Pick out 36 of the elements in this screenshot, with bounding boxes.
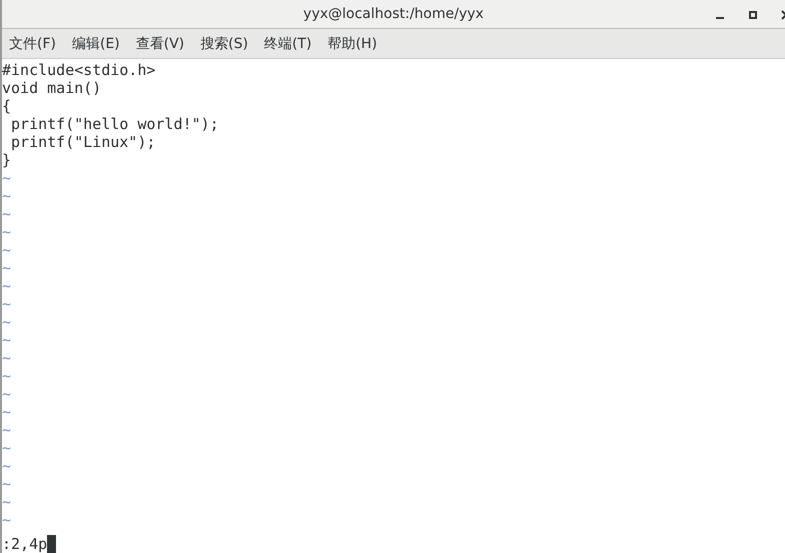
empty-line-marker: ~ <box>2 241 12 259</box>
empty-line-marker: ~ <box>2 439 12 457</box>
empty-line-marker: ~ <box>2 349 12 367</box>
code-line: #include<stdio.h> <box>2 61 157 79</box>
menu-item[interactable]: 帮助(H) <box>328 34 378 52</box>
empty-line-marker: ~ <box>2 403 12 421</box>
menu-item[interactable]: 终端(T) <box>264 34 312 52</box>
empty-line-marker: ~ <box>2 205 12 223</box>
code-line: } <box>2 151 12 169</box>
empty-line-marker: ~ <box>2 475 12 493</box>
menu-item[interactable]: 查看(V) <box>136 34 184 52</box>
empty-line-marker: ~ <box>2 277 12 295</box>
empty-line-marker: ~ <box>2 457 12 475</box>
empty-line-marker: ~ <box>2 295 12 313</box>
empty-line-marker: ~ <box>2 421 12 439</box>
maximize-icon[interactable] <box>749 11 757 19</box>
empty-line-marker: ~ <box>2 367 12 385</box>
menu-item[interactable]: 编辑(E) <box>72 34 120 52</box>
empty-line-marker: ~ <box>2 493 12 511</box>
empty-line-marker: ~ <box>2 511 12 529</box>
empty-line-marker: ~ <box>2 169 12 187</box>
empty-line-marker: ~ <box>2 223 12 241</box>
empty-line-marker: ~ <box>2 331 12 349</box>
code-line: printf("hello world!"); <box>10 115 220 133</box>
code-line: void main() <box>2 79 102 97</box>
menu-item[interactable]: 文件(F) <box>9 34 56 52</box>
empty-line-marker: ~ <box>2 259 12 277</box>
code-line: { <box>2 97 12 115</box>
text-cursor <box>47 535 56 553</box>
empty-line-marker: ~ <box>2 187 12 205</box>
code-line: printf("Linux"); <box>10 133 157 151</box>
command-line: :2,4p <box>2 535 48 553</box>
empty-line-marker: ~ <box>2 385 12 403</box>
window-title: yyx@localhost:/home/yyx <box>303 6 484 22</box>
menu-item[interactable]: 搜索(S) <box>200 34 248 52</box>
empty-line-marker: ~ <box>2 313 12 331</box>
